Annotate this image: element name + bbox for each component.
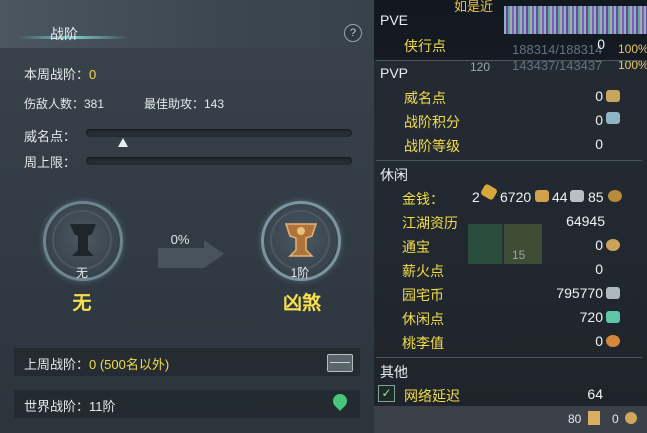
tier-progress-percent: 0% [170,232,190,247]
silver-coin-icon [570,190,584,202]
money-value-3: 44 [552,189,568,205]
panel-title: 战阶 [50,26,78,42]
hp-pct-1: 100% [618,42,647,56]
leisure-item-label: 园宅币 [402,287,444,303]
peach-icon [606,335,620,347]
current-tier-name: 无 [72,293,92,314]
money-label: 金钱： [402,191,444,207]
bag-slot-count: 15 [512,248,526,262]
next-tier-level: 1阶 [290,266,310,280]
pvp-item-value: 0 [595,112,603,128]
tongbao-icon [606,239,620,251]
last-week-rank: 上周战阶：0 (500名以外) [24,354,169,373]
leisure-item-value: 720 [579,309,603,325]
world-rank-label: 世界战阶： [24,399,90,414]
money-value-4: 85 [588,189,604,205]
pvp-item-value: 0 [595,136,603,152]
latency-label: 网络延迟 [404,388,460,404]
latency-value: 64 [587,386,603,402]
chest-icon[interactable] [327,354,353,372]
coin-icon [625,412,637,424]
pvp-item-label: 战阶积分 [404,114,460,130]
kills-stat: 伤敌人数：381 [24,97,105,111]
level-badge: 120 [470,60,491,74]
help-button[interactable]: ? [344,24,362,42]
leisure-item-label: 通宝 [402,239,430,255]
latency-checkbox[interactable]: ✓ [378,385,395,402]
footer-right-value: 0 [612,412,619,426]
prestige-icon [606,90,620,102]
leisure-item-value: 64945 [566,213,605,229]
leisure-item-label: 薪火点 [402,263,444,279]
leisure-point-icon [606,311,620,323]
leisure-item-value: 795770 [556,285,603,301]
top-fragment-text: 如是近 [454,0,494,14]
leisure-item-value: 0 [595,237,603,253]
hp-number-1: 188314/188314 [512,42,603,57]
weekly-rank-row: 本周战阶：0 [24,64,96,83]
world-rank: 世界战阶：11阶 [24,396,116,415]
leisure-item-label: 休闲点 [402,311,444,327]
leisure-title: 休闲 [380,167,408,183]
other-title: 其他 [380,364,408,380]
copper-coin-icon [608,190,622,202]
last-week-label: 上周战阶： [24,357,90,372]
house-coin-icon [606,287,620,299]
pvp-item-value: 0 [595,88,603,104]
prestige-label: 威名点： [24,129,77,144]
pvp-item-label: 战阶等级 [404,138,460,154]
leisure-item-value: 0 [595,333,603,349]
money-value-1: 2 [472,189,480,205]
last-week-value: 0 (500名以外) [89,357,170,372]
pvp-item-label: 威名点 [404,90,446,106]
weekly-rank-label: 本周战阶： [24,67,90,82]
battle-score-icon [606,112,620,124]
weekly-cap-bar [86,157,352,165]
pve-item-label: 侠行点 [404,38,446,54]
bag-slot-grid: 15 [468,224,542,264]
leisure-item-value: 0 [595,261,603,277]
prestige-bar [86,129,352,137]
status-footer: 80 0 [374,406,647,433]
pve-title: PVE [380,12,409,28]
leisure-item-label: 桃李值 [402,335,444,351]
pve-item-value: 0 [597,36,605,52]
weekly-rank-value: 0 [89,67,97,82]
weekly-cap-label: 周上限： [24,155,77,170]
next-tier-name: 凶煞 [282,293,321,314]
top-decorative-strip [504,6,647,34]
leisure-item-label: 江湖资历 [402,215,458,231]
progress-arrow [158,248,204,268]
progress-arrowhead [204,240,224,268]
current-tier-level: 无 [75,266,88,280]
best-assist-stat: 最佳助攻：143 [144,97,225,111]
currency-panel: 如是近 188314/188314 143437/143437 100% 100… [374,0,647,433]
pvp-title: PVP [380,65,409,81]
money-value-2: 6720 [500,189,532,205]
gold-coin-icon [535,190,549,202]
footer-left-value: 80 [568,412,582,426]
prestige-marker [118,138,129,147]
boot-icon [588,411,600,425]
battle-rank-panel: 战阶 ? 本周战阶：0 伤敌人数：381 最佳助攻：143 威名点： 周上限： … [0,0,374,433]
world-rank-value: 11阶 [89,399,116,414]
